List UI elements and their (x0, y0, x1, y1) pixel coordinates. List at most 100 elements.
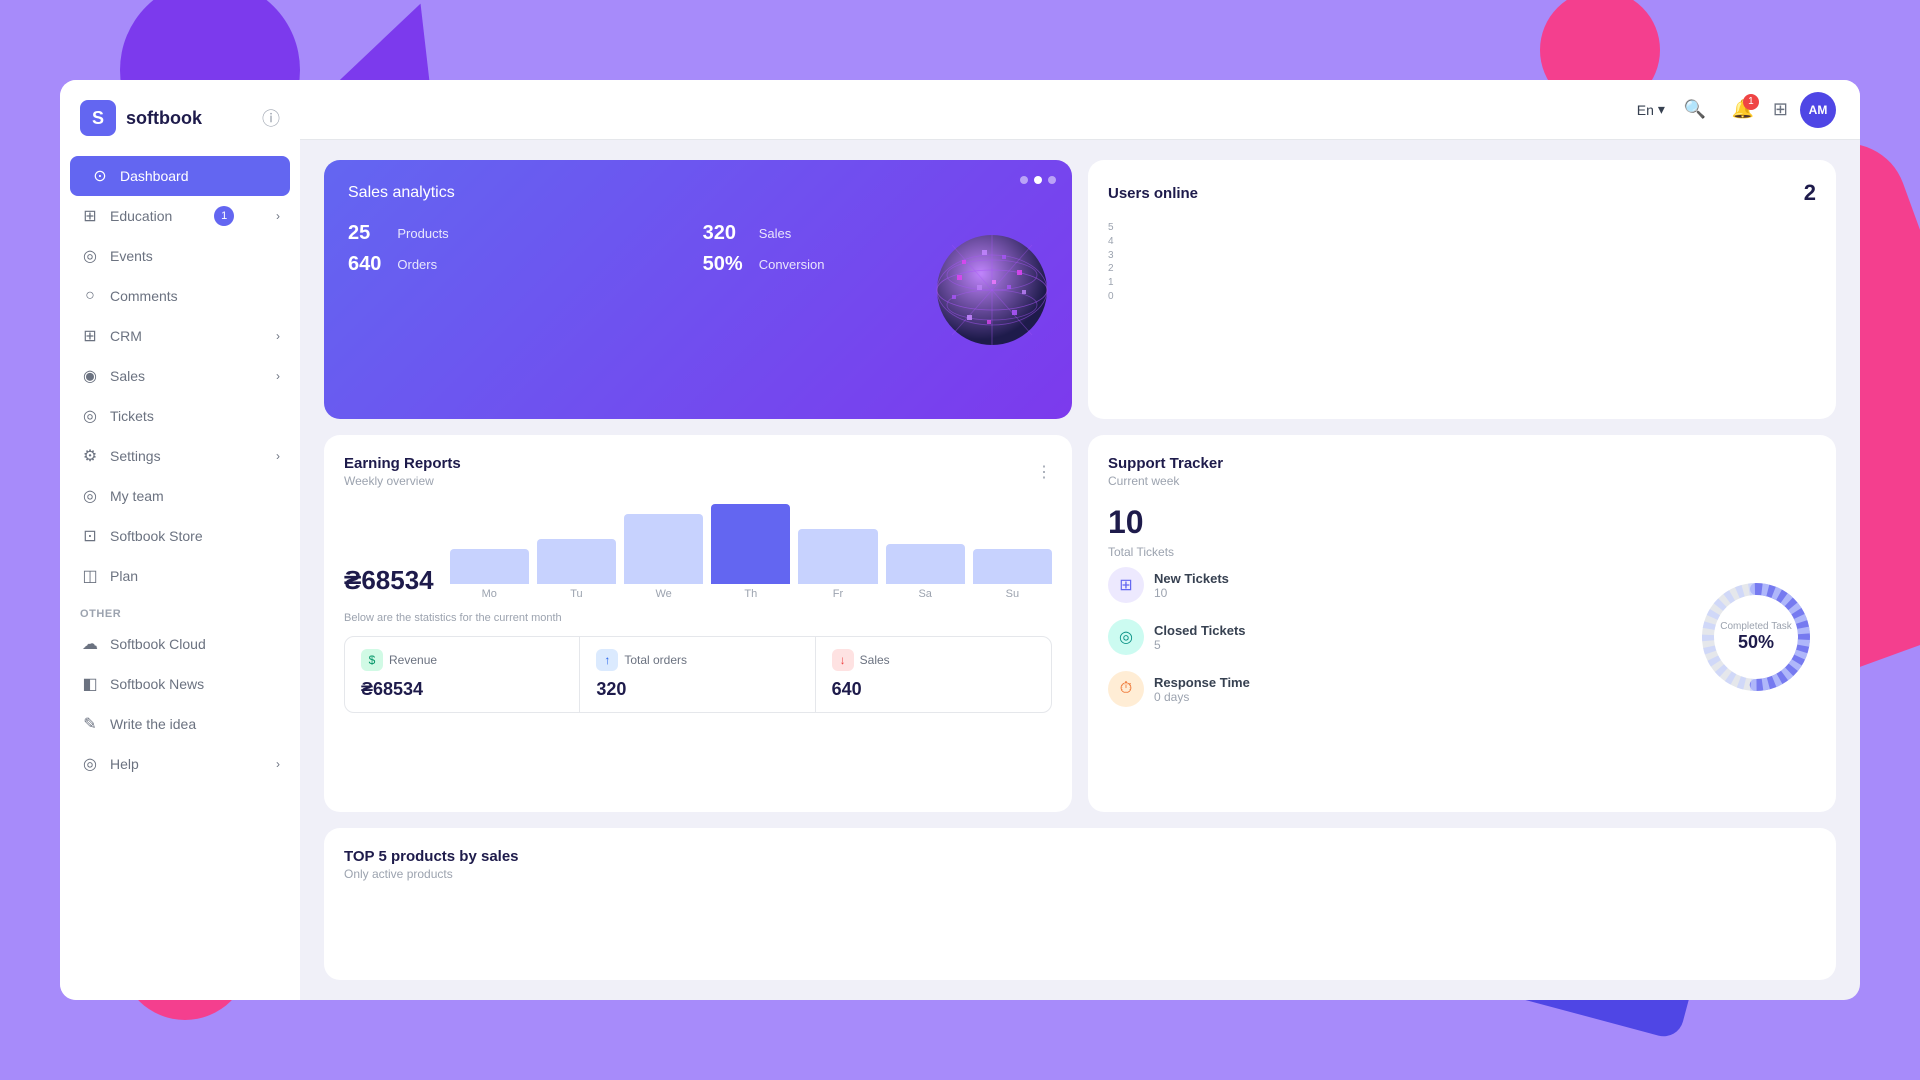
weekly-bar-Mo (450, 549, 529, 584)
help-chevron-icon: › (276, 757, 280, 771)
logo-letter: S (92, 108, 104, 129)
revenue-label-text: Revenue (389, 653, 437, 667)
sidebar-item-label-dashboard: Dashboard (120, 168, 189, 184)
revenue-label: $ Revenue (361, 649, 563, 671)
sidebar-item-softbook-cloud[interactable]: ☁ Softbook Cloud (60, 624, 300, 664)
weekly-bar-group-Sa: Sa (886, 544, 965, 600)
new-tickets-label: New Tickets (1154, 571, 1229, 586)
plan-icon: ◫ (80, 566, 100, 586)
dot-3[interactable] (1048, 176, 1056, 184)
logo-area: S softbook ⓘ (60, 100, 300, 156)
sales-stat-icon: ↓ (832, 649, 854, 671)
write-icon: ✎ (80, 714, 100, 734)
sidebar-item-tickets[interactable]: ◎ Tickets (60, 396, 300, 436)
lang-selector[interactable]: En ▾ (1637, 101, 1665, 118)
comments-icon: ○ (80, 286, 100, 306)
top-products-title: TOP 5 products by sales (344, 848, 1816, 865)
sales-chevron-icon: › (276, 369, 280, 383)
search-button[interactable]: 🔍 (1677, 92, 1713, 128)
sidebar-item-comments[interactable]: ○ Comments (60, 276, 300, 316)
total-orders-value: 320 (596, 679, 798, 700)
settings-chevron-icon: › (276, 449, 280, 463)
sidebar-item-education[interactable]: ⊞ Education 1 › (60, 196, 300, 236)
closed-tickets-icon: ◎ (1108, 619, 1144, 655)
sales-icon: ◉ (80, 366, 100, 386)
dot-1[interactable] (1020, 176, 1028, 184)
sidebar-item-sales[interactable]: ◉ Sales › (60, 356, 300, 396)
sidebar-item-write-the-idea[interactable]: ✎ Write the idea (60, 704, 300, 744)
education-icon: ⊞ (80, 206, 100, 226)
tickets-count: 10 (1108, 504, 1816, 541)
new-tickets-value: 10 (1154, 586, 1229, 600)
notification-button[interactable]: 🔔 1 (1725, 92, 1761, 128)
sales-value: 320 (703, 222, 743, 245)
sidebar-item-label-news: Softbook News (110, 676, 204, 692)
y-label-3: 3 (1108, 250, 1114, 261)
sales-stat-label-text: Sales (860, 653, 890, 667)
my-team-icon: ◎ (80, 486, 100, 506)
orders-value: 640 (348, 253, 381, 276)
total-orders-cell: ↑ Total orders 320 (580, 637, 815, 712)
news-icon: ◧ (80, 674, 100, 694)
new-tickets-icon: ⊞ (1108, 567, 1144, 603)
earning-more-button[interactable]: ⋮ (1036, 462, 1052, 482)
dashboard-icon: ⊙ (90, 166, 110, 186)
orders-icon: ↑ (596, 649, 618, 671)
users-online-count: 2 (1804, 180, 1816, 206)
sidebar-item-label-crm: CRM (110, 328, 142, 344)
total-orders-label-text: Total orders (624, 653, 687, 667)
users-online-title: Users online (1108, 185, 1198, 202)
sales-sphere (932, 230, 1052, 350)
support-header: Support Tracker Current week (1108, 455, 1816, 488)
products-label: Products (397, 226, 686, 241)
day-label-Sa: Sa (918, 588, 931, 600)
sales-analytics-title: Sales analytics (348, 184, 1048, 202)
day-label-Th: Th (744, 588, 757, 600)
other-section-label: OTHER (60, 596, 300, 624)
events-icon: ◎ (80, 246, 100, 266)
donut-container: Completed Task 50% (1696, 567, 1816, 707)
lang-chevron-icon: ▾ (1658, 101, 1665, 118)
weekly-bar-Sa (886, 544, 965, 584)
sales-analytics-card: Sales analytics 25 Products 320 Sales 64… (324, 160, 1072, 419)
sidebar-item-events[interactable]: ◎ Events (60, 236, 300, 276)
sidebar-item-dashboard[interactable]: ⊙ Dashboard (70, 156, 290, 196)
sidebar-item-label-write: Write the idea (110, 716, 196, 732)
sales-stat-value: 640 (832, 679, 1035, 700)
earning-title-group: Earning Reports Weekly overview (344, 455, 461, 488)
sidebar-item-my-team[interactable]: ◎ My team (60, 476, 300, 516)
conversion-value: 50% (703, 253, 743, 276)
sidebar-item-label-events: Events (110, 248, 153, 264)
sidebar-item-help[interactable]: ◎ Help › (60, 744, 300, 784)
cloud-icon: ☁ (80, 634, 100, 654)
carousel-dots (1020, 176, 1056, 184)
avatar[interactable]: AM (1800, 92, 1836, 128)
dot-2[interactable] (1034, 176, 1042, 184)
weekly-bar-Su (973, 549, 1052, 584)
sidebar-item-softbook-news[interactable]: ◧ Softbook News (60, 664, 300, 704)
grid-button[interactable]: ⊞ (1773, 99, 1788, 120)
revenue-icon: $ (361, 649, 383, 671)
weekly-bar-group-Mo: Mo (450, 549, 529, 600)
sidebar-item-softbook-store[interactable]: ⊡ Softbook Store (60, 516, 300, 556)
top-products-subtitle: Only active products (344, 867, 1816, 881)
weekly-bar-We (624, 514, 703, 584)
sidebar-item-crm[interactable]: ⊞ CRM › (60, 316, 300, 356)
total-orders-label: ↑ Total orders (596, 649, 798, 671)
content-area: En ▾ 🔍 🔔 1 ⊞ AM (300, 80, 1860, 1000)
sales-label: Sales (759, 226, 1048, 241)
lang-label: En (1637, 102, 1654, 118)
sidebar-item-settings[interactable]: ⚙ Settings › (60, 436, 300, 476)
products-value: 25 (348, 222, 381, 245)
support-stats: ⊞ New Tickets 10 ◎ Closed Tickets 5 (1108, 567, 1680, 707)
help-icon[interactable]: ⓘ (262, 105, 280, 131)
main-container: S softbook ⓘ ⊙ Dashboard ⊞ Education 1 ›… (60, 80, 1860, 1000)
logo-text: softbook (126, 108, 202, 129)
sidebar-item-label-plan: Plan (110, 568, 138, 584)
weekly-bar-group-Fr: Fr (798, 529, 877, 600)
response-time-info: Response Time 0 days (1154, 675, 1250, 704)
sidebar-item-plan[interactable]: ◫ Plan (60, 556, 300, 596)
donut-center: Completed Task 50% (1720, 621, 1792, 653)
notification-badge: 1 (1743, 94, 1759, 110)
weekly-bar-Th (711, 504, 790, 584)
